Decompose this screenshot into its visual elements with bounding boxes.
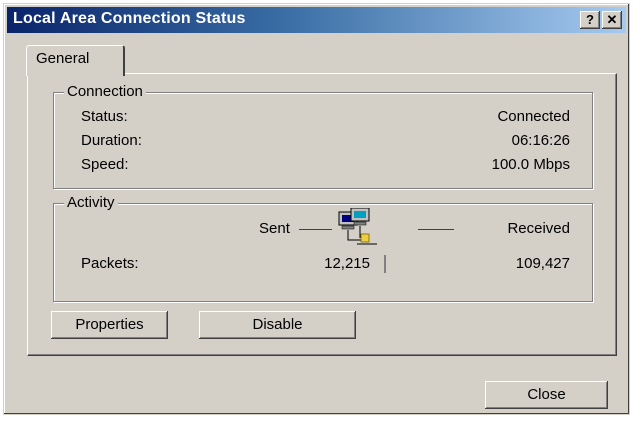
received-label: Received: [507, 220, 570, 237]
received-line: [418, 229, 454, 230]
packets-label: Packets:: [81, 255, 139, 272]
activity-divider: [384, 255, 386, 273]
sent-label: Sent: [259, 220, 290, 237]
general-panel: Connection Status: Connected Duration: 0…: [27, 73, 617, 356]
connection-group: Connection Status: Connected Duration: 0…: [53, 83, 593, 189]
speed-value: 100.0 Mbps: [491, 156, 570, 173]
disable-button[interactable]: Disable: [199, 311, 356, 339]
properties-button[interactable]: Properties: [51, 311, 168, 339]
duration-value: 06:16:26: [511, 132, 570, 149]
status-value: Connected: [497, 108, 570, 125]
window-title: Local Area Connection Status: [13, 10, 246, 27]
close-window-button[interactable]: ✕: [602, 11, 622, 29]
packets-sent-value: 12,215: [324, 255, 370, 272]
network-computers-icon: [337, 207, 397, 256]
speed-label: Speed:: [81, 156, 129, 173]
title-bar[interactable]: Local Area Connection Status ? ✕: [7, 7, 626, 33]
help-button[interactable]: ?: [580, 11, 600, 29]
tab-general-label: General: [36, 50, 90, 67]
duration-label: Duration:: [81, 132, 142, 149]
status-label: Status:: [81, 108, 128, 125]
activity-group: Activity Sent Received Packets: 12,215 1…: [53, 194, 593, 302]
tab-general[interactable]: General: [26, 45, 125, 76]
sent-line: [299, 229, 332, 230]
packets-received-value: 109,427: [515, 255, 570, 272]
connection-group-label: Connection: [64, 83, 146, 100]
close-button[interactable]: Close: [485, 381, 608, 409]
status-dialog: Local Area Connection Status ? ✕ General…: [3, 3, 630, 415]
activity-group-label: Activity: [64, 194, 118, 211]
